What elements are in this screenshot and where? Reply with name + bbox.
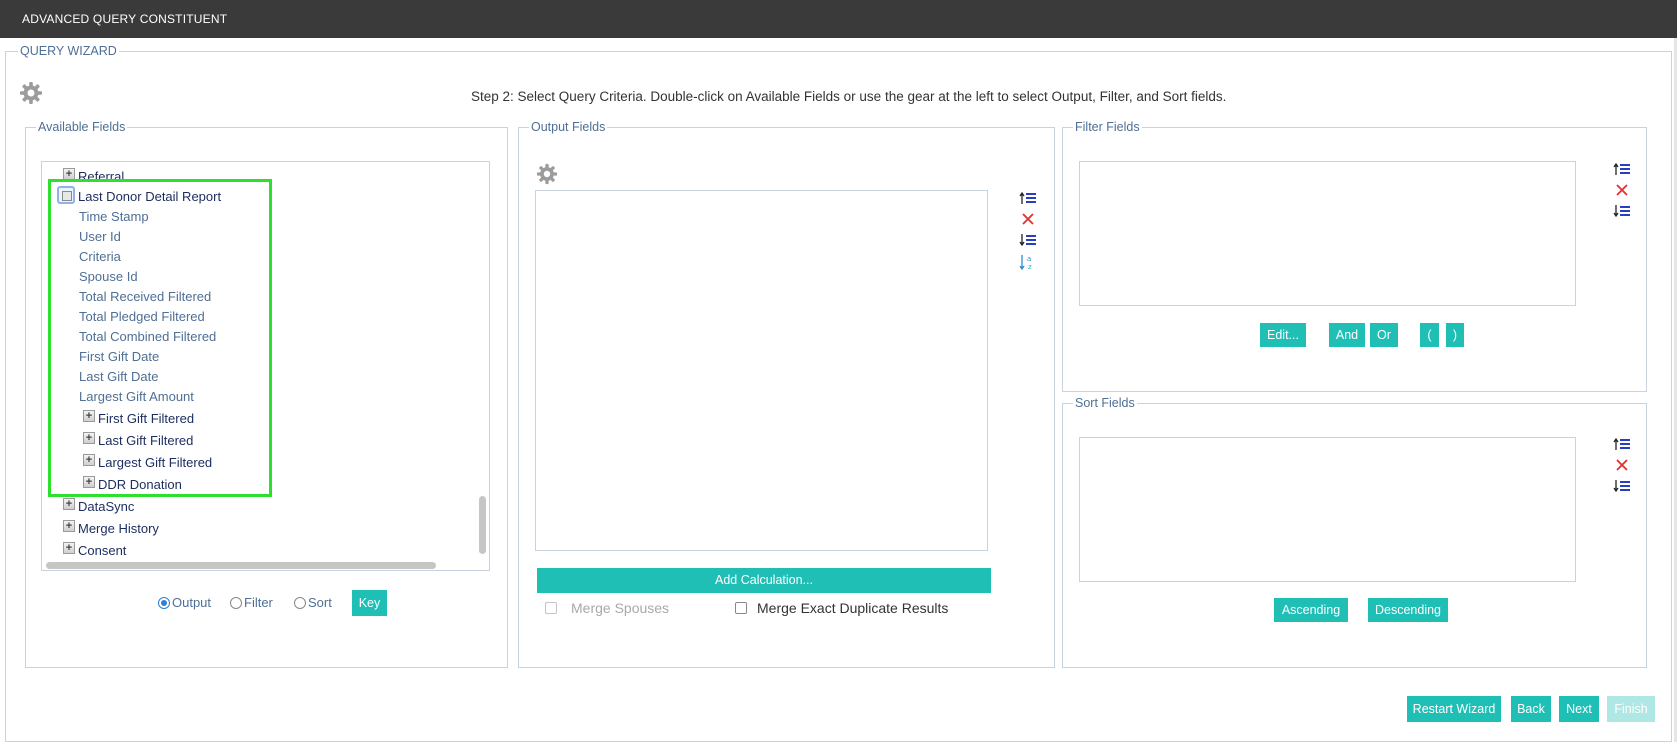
merge-duplicates-label: Merge Exact Duplicate Results — [757, 600, 949, 616]
radio-filter[interactable]: Filter — [230, 595, 273, 610]
radio-sort[interactable]: Sort — [294, 595, 332, 610]
open-paren-button[interactable]: ( — [1420, 323, 1439, 347]
window-title: ADVANCED QUERY CONSTITUENT — [22, 12, 228, 26]
back-button[interactable]: Back — [1511, 696, 1551, 722]
radio-filter-button[interactable] — [230, 597, 242, 609]
descending-button[interactable]: Descending — [1368, 598, 1448, 622]
expand-icon[interactable]: + — [83, 410, 95, 422]
key-button[interactable]: Key — [352, 590, 387, 616]
merge-duplicates-checkbox[interactable] — [735, 602, 747, 614]
move-up-icon[interactable] — [1613, 436, 1631, 452]
expand-icon[interactable]: + — [63, 542, 75, 554]
or-button[interactable]: Or — [1370, 323, 1398, 347]
move-down-icon[interactable] — [1613, 203, 1631, 219]
sort-fields-legend: Sort Fields — [1075, 396, 1135, 410]
sort-fields-list[interactable] — [1079, 437, 1576, 582]
available-fields-legend: Available Fields — [38, 120, 126, 134]
available-fields-tree[interactable]: + Referral Last Donor Detail Report Time… — [41, 161, 490, 571]
restart-wizard-button[interactable]: Restart Wizard — [1407, 696, 1501, 722]
expand-icon[interactable]: + — [63, 498, 75, 510]
filter-fields-legend: Filter Fields — [1075, 120, 1140, 134]
merge-spouses-checkbox[interactable] — [545, 602, 557, 614]
move-down-icon[interactable] — [1613, 478, 1631, 494]
edit-filter-button[interactable]: Edit... — [1260, 323, 1306, 347]
output-fields-list[interactable] — [535, 190, 988, 551]
close-paren-button[interactable]: ) — [1446, 323, 1464, 347]
sort-alpha-icon[interactable]: a z — [1019, 253, 1037, 271]
radio-sort-button[interactable] — [294, 597, 306, 609]
move-up-icon[interactable] — [1613, 161, 1631, 177]
tree-horizontal-scrollbar[interactable] — [46, 562, 436, 569]
finish-button[interactable]: Finish — [1607, 696, 1655, 722]
move-down-icon[interactable] — [1019, 232, 1037, 248]
move-up-icon[interactable] — [1019, 190, 1037, 206]
gear-icon[interactable] — [19, 81, 43, 105]
gear-icon[interactable] — [536, 163, 558, 185]
collapse-icon[interactable] — [57, 186, 75, 204]
radio-output-button[interactable] — [158, 597, 170, 609]
expand-icon[interactable]: + — [83, 432, 95, 444]
delete-icon[interactable] — [1021, 212, 1035, 226]
add-calculation-button[interactable]: Add Calculation... — [537, 568, 991, 593]
delete-icon[interactable] — [1615, 183, 1629, 197]
and-button[interactable]: And — [1329, 323, 1365, 347]
step-instruction: Step 2: Select Query Criteria. Double-cl… — [471, 89, 1227, 104]
svg-text:z: z — [1028, 263, 1032, 271]
next-button[interactable]: Next — [1559, 696, 1599, 722]
output-fields-legend: Output Fields — [531, 120, 606, 134]
window-titlebar: ADVANCED QUERY CONSTITUENT — [0, 0, 1677, 38]
query-wizard-legend: QUERY WIZARD — [20, 44, 117, 58]
expand-icon[interactable]: + — [63, 168, 75, 180]
filter-fields-list[interactable] — [1079, 161, 1576, 306]
expand-icon[interactable]: + — [83, 454, 95, 466]
delete-icon[interactable] — [1615, 458, 1629, 472]
radio-output[interactable]: Output — [158, 595, 211, 610]
tree-vertical-scrollbar[interactable] — [479, 496, 486, 554]
expand-icon[interactable]: + — [63, 520, 75, 532]
ascending-button[interactable]: Ascending — [1274, 598, 1348, 622]
expand-icon[interactable]: + — [83, 476, 95, 488]
merge-spouses-label: Merge Spouses — [571, 600, 670, 616]
svg-text:a: a — [1027, 255, 1031, 263]
